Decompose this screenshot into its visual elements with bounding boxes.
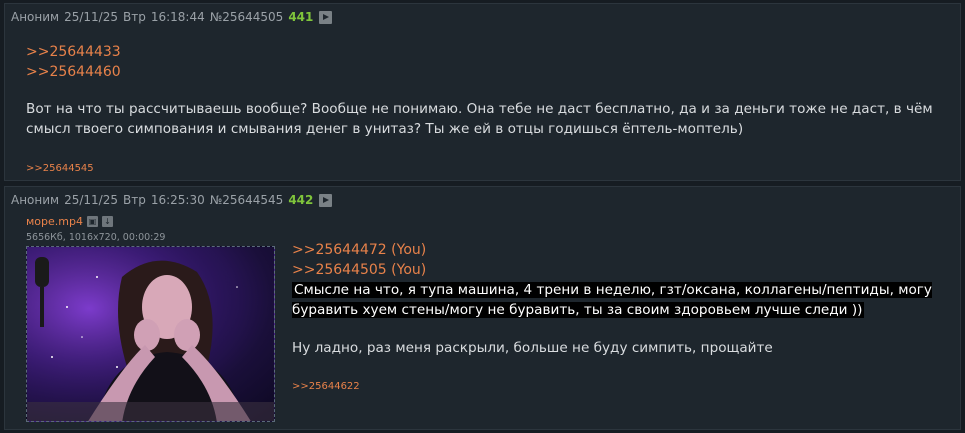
post-day: Втр <box>123 193 146 207</box>
post-menu-icon[interactable] <box>319 193 333 207</box>
post-header: Аноним 25/11/25 Втр 16:18:44 №25644505 4… <box>11 10 337 24</box>
file-header: море.mp4 ▣ ↓ <box>26 215 113 228</box>
reply-links: >>25644433 >>25644460 <box>26 42 121 82</box>
search-image-icon[interactable]: ▣ <box>86 216 98 227</box>
post-author: Аноним <box>11 10 60 24</box>
post-date: 25/11/25 <box>64 193 118 207</box>
post-author: Аноним <box>11 193 60 207</box>
reply-links: >>25644472 (You) >>25644505 (You) <box>292 240 426 280</box>
post: Аноним 25/11/25 Втр 16:18:44 №25644505 4… <box>4 3 961 181</box>
post-text: Вот на что ты рассчитываешь вообще? Вооб… <box>26 101 933 137</box>
backlink[interactable]: >>25644622 <box>292 381 360 392</box>
backlinks: >>25644622 <box>292 374 360 393</box>
reply-link[interactable]: >>25644505 (You) <box>292 260 426 280</box>
post-time: 16:25:30 <box>150 193 205 207</box>
post-time: 16:18:44 <box>150 10 205 24</box>
post-menu-icon[interactable] <box>319 10 333 24</box>
backlink[interactable]: >>25644545 <box>26 163 94 174</box>
file-name-link[interactable]: море.mp4 <box>26 215 83 228</box>
thumbnail-image <box>27 247 274 421</box>
post-header: Аноним 25/11/25 Втр 16:25:30 №25644545 4… <box>11 193 337 207</box>
backlinks: >>25644545 <box>26 156 94 175</box>
post-number: 441 <box>288 10 314 24</box>
download-icon[interactable]: ↓ <box>101 216 113 227</box>
reply-link[interactable]: >>25644472 (You) <box>292 240 426 260</box>
reply-link[interactable]: >>25644460 <box>26 62 121 82</box>
post-text: Ну ладно, раз меня раскрыли, больше не б… <box>292 340 773 356</box>
spoiler-highlight: Смысле на что, я тупа машина, 4 трени в … <box>292 282 932 318</box>
post-number: 442 <box>288 193 314 207</box>
reply-link[interactable]: >>25644433 <box>26 42 121 62</box>
post-id[interactable]: №25644505 <box>210 10 284 24</box>
post-date: 25/11/25 <box>64 10 118 24</box>
post-text-highlighted: Смысле на что, я тупа машина, 4 трени в … <box>292 280 932 320</box>
video-thumbnail[interactable] <box>26 246 275 422</box>
post-day: Втр <box>123 10 146 24</box>
file-info: 5656Кб, 1016x720, 00:00:29 <box>26 232 166 243</box>
post: Аноним 25/11/25 Втр 16:25:30 №25644545 4… <box>4 186 961 430</box>
post-id[interactable]: №25644545 <box>210 193 284 207</box>
